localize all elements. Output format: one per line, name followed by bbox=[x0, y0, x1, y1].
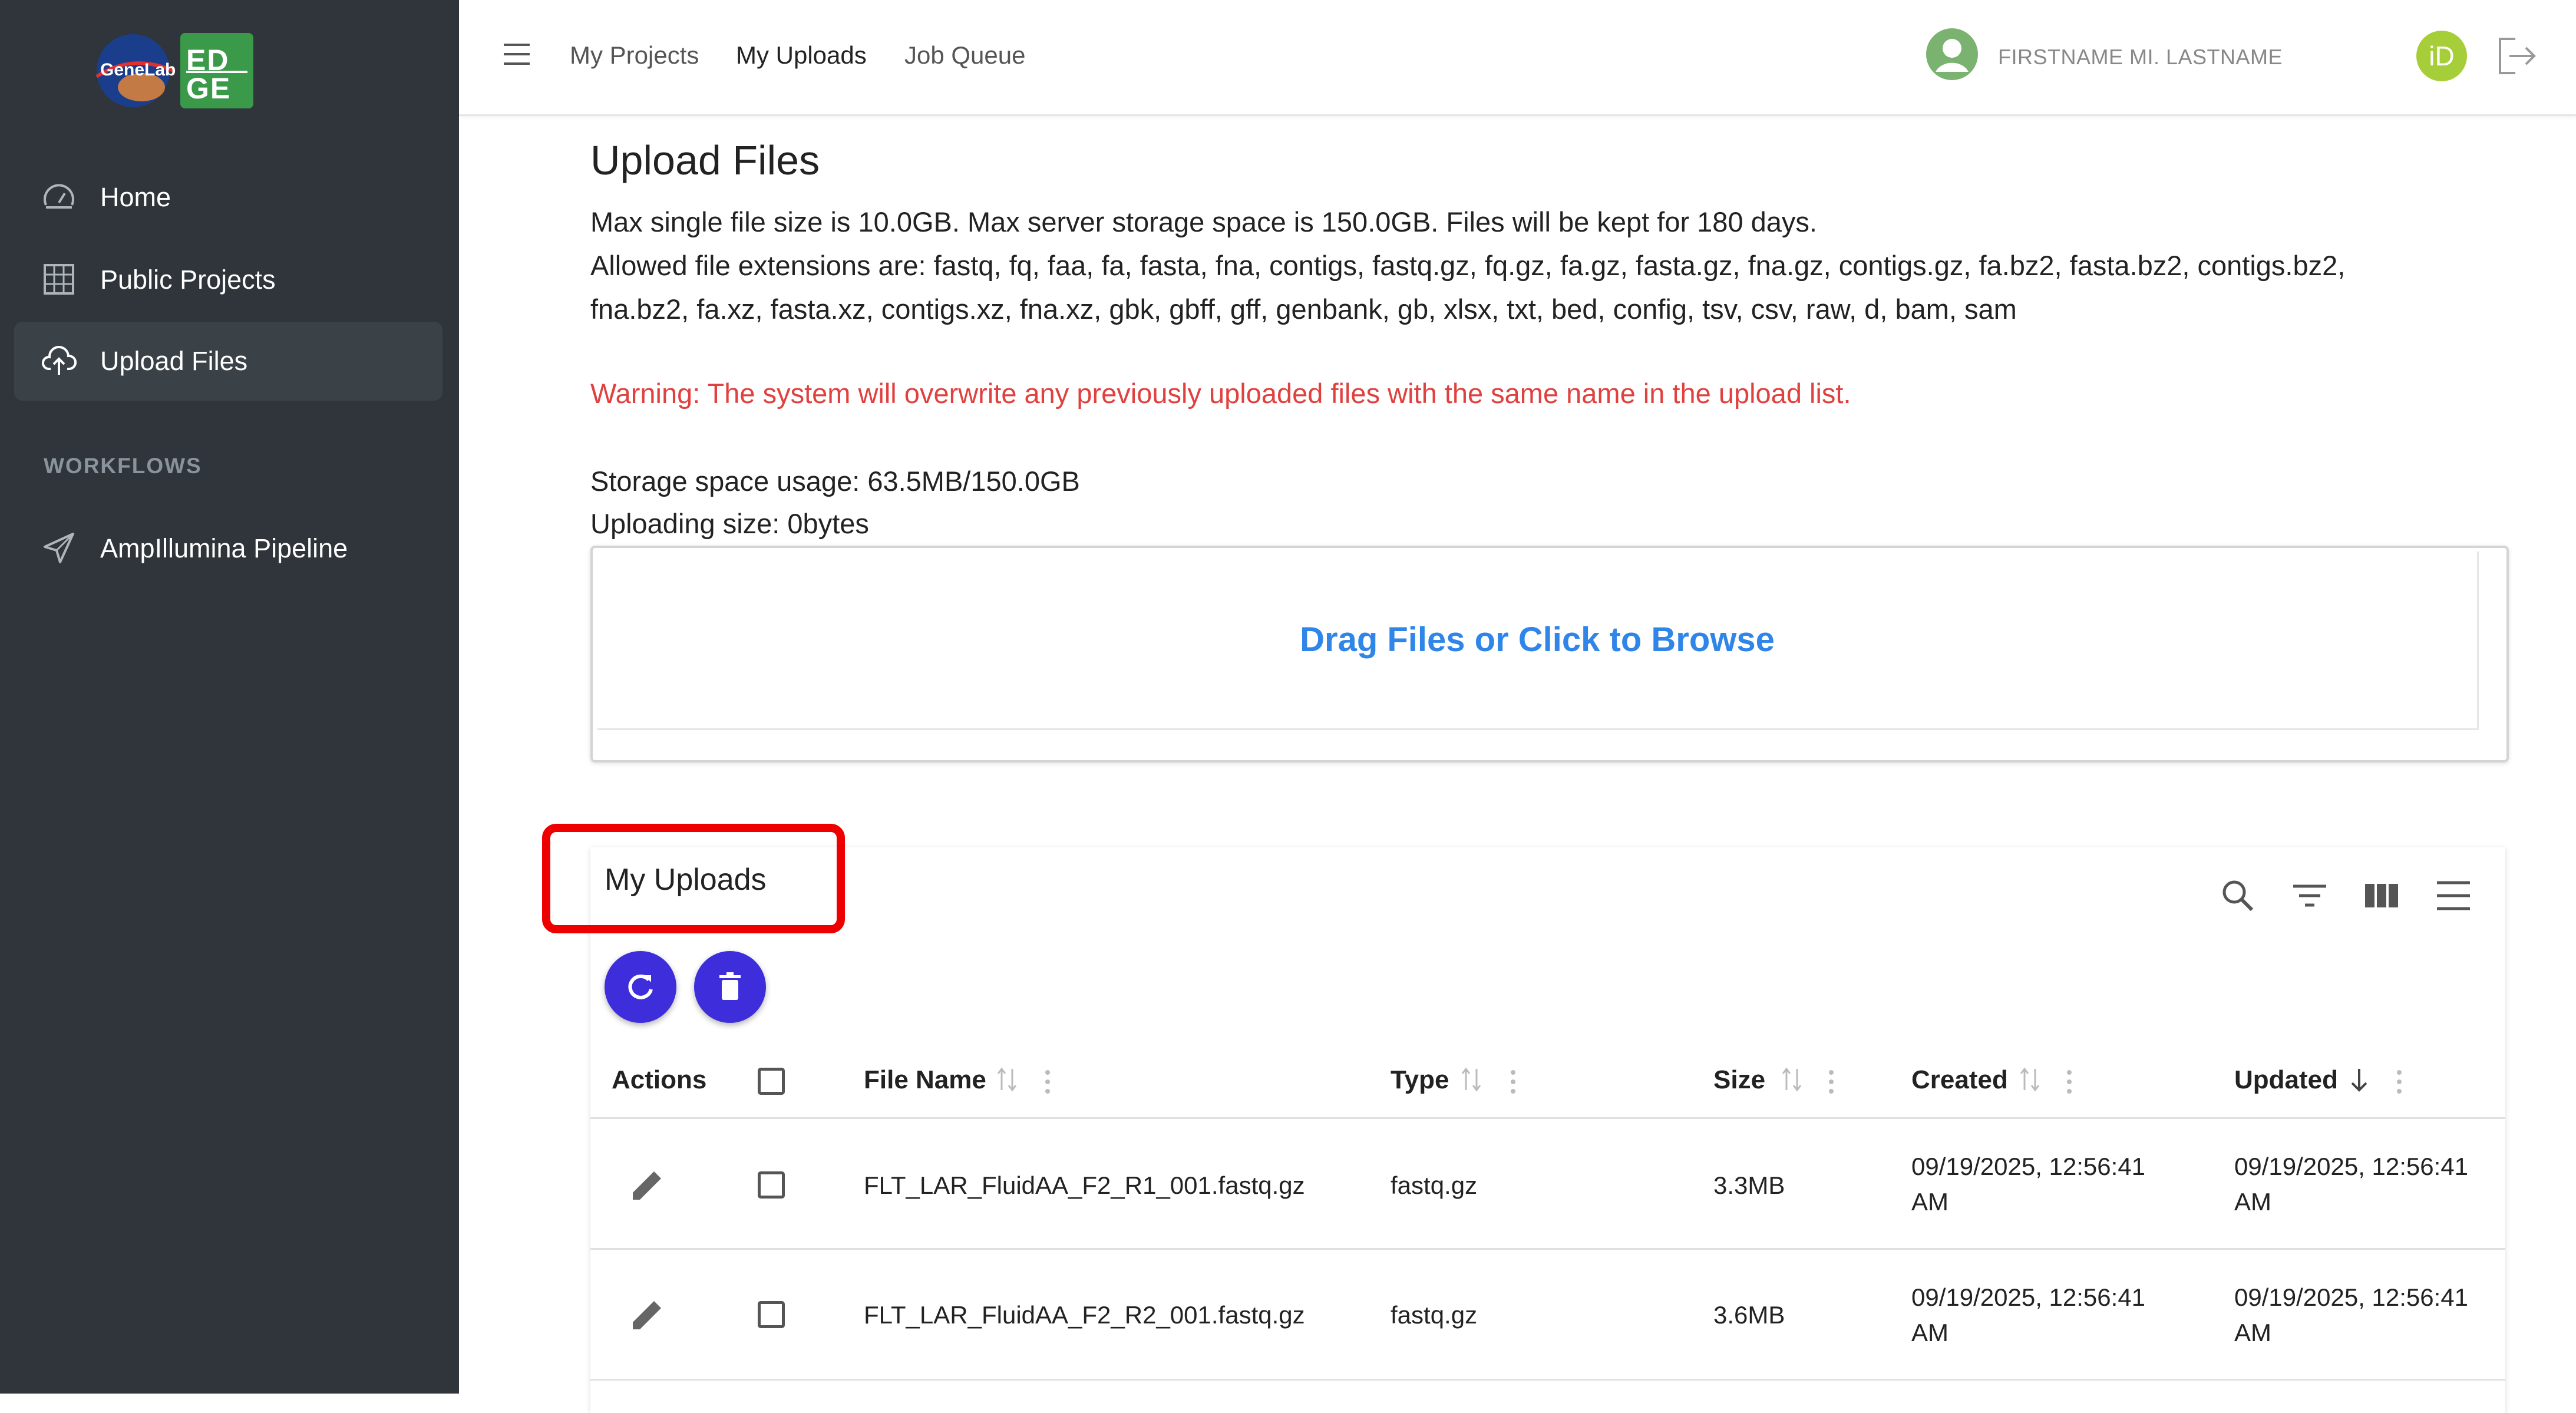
app-logo[interactable]: GeneLab EDGE bbox=[85, 29, 256, 112]
density-menu-icon[interactable] bbox=[2435, 877, 2472, 915]
send-icon bbox=[44, 533, 74, 563]
logo-text-genelab: GeneLab bbox=[100, 60, 176, 80]
edit-icon[interactable] bbox=[628, 1166, 667, 1204]
uploading-size-text: Uploading size: 0bytes bbox=[590, 508, 869, 539]
cell-created: 09/19/2025, 12:56:41 AM bbox=[1911, 1153, 2146, 1216]
edit-icon[interactable] bbox=[628, 1295, 667, 1334]
sort-icon[interactable] bbox=[995, 1064, 1021, 1095]
sidebar-item-label: AmpIllumina Pipeline bbox=[100, 533, 348, 563]
search-icon[interactable] bbox=[2219, 877, 2257, 915]
sidebar-section-workflows: WORKFLOWS bbox=[44, 454, 202, 478]
delete-button[interactable] bbox=[694, 951, 766, 1023]
column-header-actions: Actions bbox=[612, 1065, 707, 1094]
user-avatar-icon[interactable] bbox=[1925, 27, 1979, 81]
column-header-created[interactable]: Created bbox=[1911, 1065, 2008, 1095]
sort-icon[interactable] bbox=[1459, 1064, 1485, 1095]
cell-size: 3.6MB bbox=[1713, 1301, 1785, 1329]
column-menu-icon[interactable] bbox=[2393, 1067, 2405, 1097]
allowed-extensions-line1: Allowed file extensions are: fastq, fq, … bbox=[590, 250, 2346, 281]
refresh-icon bbox=[628, 974, 653, 999]
sidebar-item-home[interactable]: Home bbox=[14, 158, 442, 237]
column-menu-icon[interactable] bbox=[1042, 1067, 1053, 1097]
select-all-checkbox[interactable] bbox=[758, 1068, 785, 1095]
nav-link-my-projects[interactable]: My Projects bbox=[570, 41, 699, 70]
orcid-icon[interactable]: iD bbox=[2416, 31, 2467, 81]
nav-link-my-uploads[interactable]: My Uploads bbox=[736, 41, 867, 70]
row-select-checkbox[interactable] bbox=[758, 1171, 785, 1199]
column-header-file-name[interactable]: File Name bbox=[864, 1065, 986, 1095]
file-dropzone[interactable]: Drag Files or Click to Browse bbox=[590, 546, 2509, 762]
sidebar-item-upload-files[interactable]: Upload Files bbox=[14, 322, 442, 401]
view-columns-icon[interactable] bbox=[2363, 877, 2400, 915]
speedometer-icon bbox=[44, 184, 74, 209]
logout-icon[interactable] bbox=[2495, 35, 2539, 77]
cell-created: 09/19/2025, 12:56:41 AM bbox=[1911, 1283, 2146, 1346]
dropzone-label[interactable]: Drag Files or Click to Browse bbox=[597, 620, 2477, 659]
sort-descending-icon[interactable] bbox=[2346, 1064, 2372, 1095]
filter-icon[interactable] bbox=[2291, 877, 2329, 915]
sidebar: GeneLab EDGE Home Public Projects Upload… bbox=[0, 0, 459, 1394]
column-menu-icon[interactable] bbox=[2063, 1067, 2075, 1097]
column-menu-icon[interactable] bbox=[1825, 1067, 1837, 1097]
sidebar-item-public-projects[interactable]: Public Projects bbox=[14, 240, 442, 319]
row-divider bbox=[590, 1248, 2505, 1250]
cell-file-name: FLT_LAR_FluidAA_F2_R1_001.fastq.gz bbox=[864, 1171, 1305, 1199]
cell-updated: 09/19/2025, 12:56:41 AM bbox=[2234, 1283, 2469, 1346]
sidebar-item-label: Home bbox=[100, 182, 171, 212]
allowed-extensions-line2: fna.bz2, fa.xz, fasta.xz, contigs.xz, fn… bbox=[590, 293, 2017, 325]
highlight-annotation bbox=[542, 824, 845, 933]
cell-updated: 09/19/2025, 12:56:41 AM bbox=[2234, 1153, 2469, 1216]
column-header-size[interactable]: Size bbox=[1713, 1065, 1765, 1095]
storage-usage-text: Storage space usage: 63.5MB/150.0GB bbox=[590, 466, 1080, 497]
page-title: Upload Files bbox=[590, 137, 820, 183]
top-header: My Projects My Uploads Job Queue FIRSTNA… bbox=[459, 0, 2576, 116]
sidebar-item-label: Public Projects bbox=[100, 265, 276, 295]
user-name[interactable]: FIRSTNAME MI. LASTNAME bbox=[1998, 45, 2283, 70]
row-select-checkbox[interactable] bbox=[758, 1301, 785, 1328]
cloud-upload-icon bbox=[42, 346, 77, 375]
logo-text-edge: EDGE bbox=[186, 44, 232, 105]
orcid-label: iD bbox=[2429, 41, 2455, 71]
dropzone-area[interactable]: Drag Files or Click to Browse bbox=[597, 552, 2479, 730]
column-header-updated[interactable]: Updated bbox=[2234, 1065, 2338, 1095]
trash-icon bbox=[719, 972, 741, 1000]
nav-link-job-queue[interactable]: Job Queue bbox=[904, 41, 1026, 70]
hamburger-menu-icon[interactable] bbox=[501, 39, 532, 70]
refresh-button[interactable] bbox=[605, 951, 676, 1023]
cell-size: 3.3MB bbox=[1713, 1171, 1785, 1199]
sort-icon[interactable] bbox=[1779, 1064, 1805, 1095]
sidebar-item-label: Upload Files bbox=[100, 346, 248, 376]
sidebar-item-ampillumina-pipeline[interactable]: AmpIllumina Pipeline bbox=[14, 509, 442, 588]
overwrite-warning: Warning: The system will overwrite any p… bbox=[590, 378, 1851, 409]
cell-type: fastq.gz bbox=[1391, 1301, 1478, 1329]
column-menu-icon[interactable] bbox=[1507, 1067, 1519, 1097]
cell-file-name: FLT_LAR_FluidAA_F2_R2_001.fastq.gz bbox=[864, 1301, 1305, 1329]
grid-icon bbox=[44, 264, 74, 295]
header-divider bbox=[590, 1117, 2505, 1119]
upload-limits-text: Max single file size is 10.0GB. Max serv… bbox=[590, 206, 1817, 237]
column-header-type[interactable]: Type bbox=[1391, 1065, 1449, 1095]
row-divider bbox=[590, 1379, 2505, 1381]
cell-type: fastq.gz bbox=[1391, 1171, 1478, 1199]
sort-icon[interactable] bbox=[2017, 1064, 2043, 1095]
